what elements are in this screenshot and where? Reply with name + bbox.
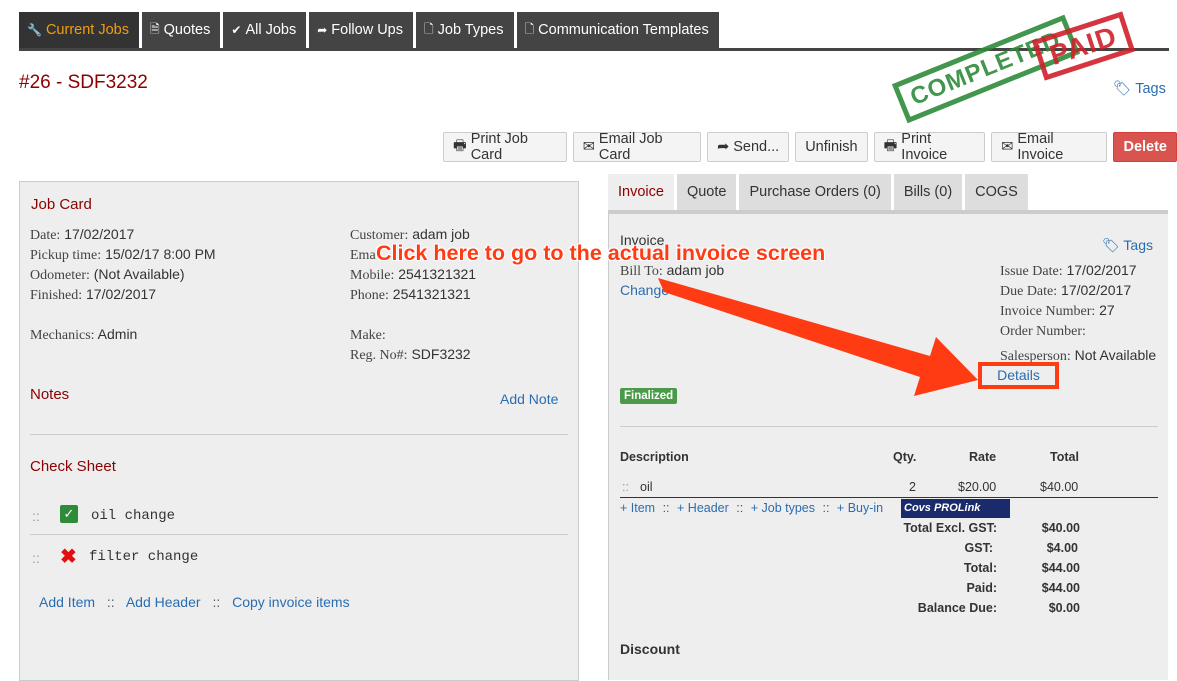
annotation-callout: Click here to go to the actual invoice s… xyxy=(376,241,826,265)
annotation-arrow xyxy=(658,278,978,396)
